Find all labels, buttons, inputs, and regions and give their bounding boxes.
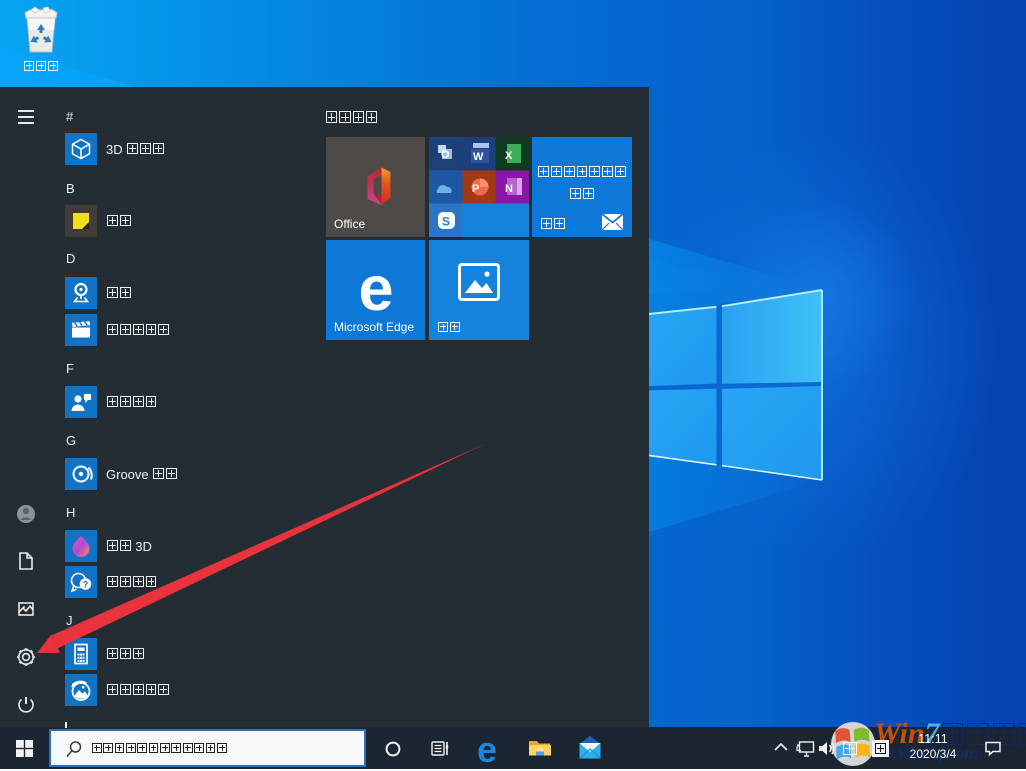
svg-text:?: ? <box>83 580 89 590</box>
svg-text:N: N <box>505 183 513 195</box>
svg-text:X: X <box>505 150 513 162</box>
svg-text:e: e <box>358 261 393 319</box>
svg-text:O: O <box>441 149 450 161</box>
svg-text:W: W <box>473 151 484 163</box>
svg-text:P: P <box>472 183 479 195</box>
svg-text:S: S <box>442 215 450 229</box>
